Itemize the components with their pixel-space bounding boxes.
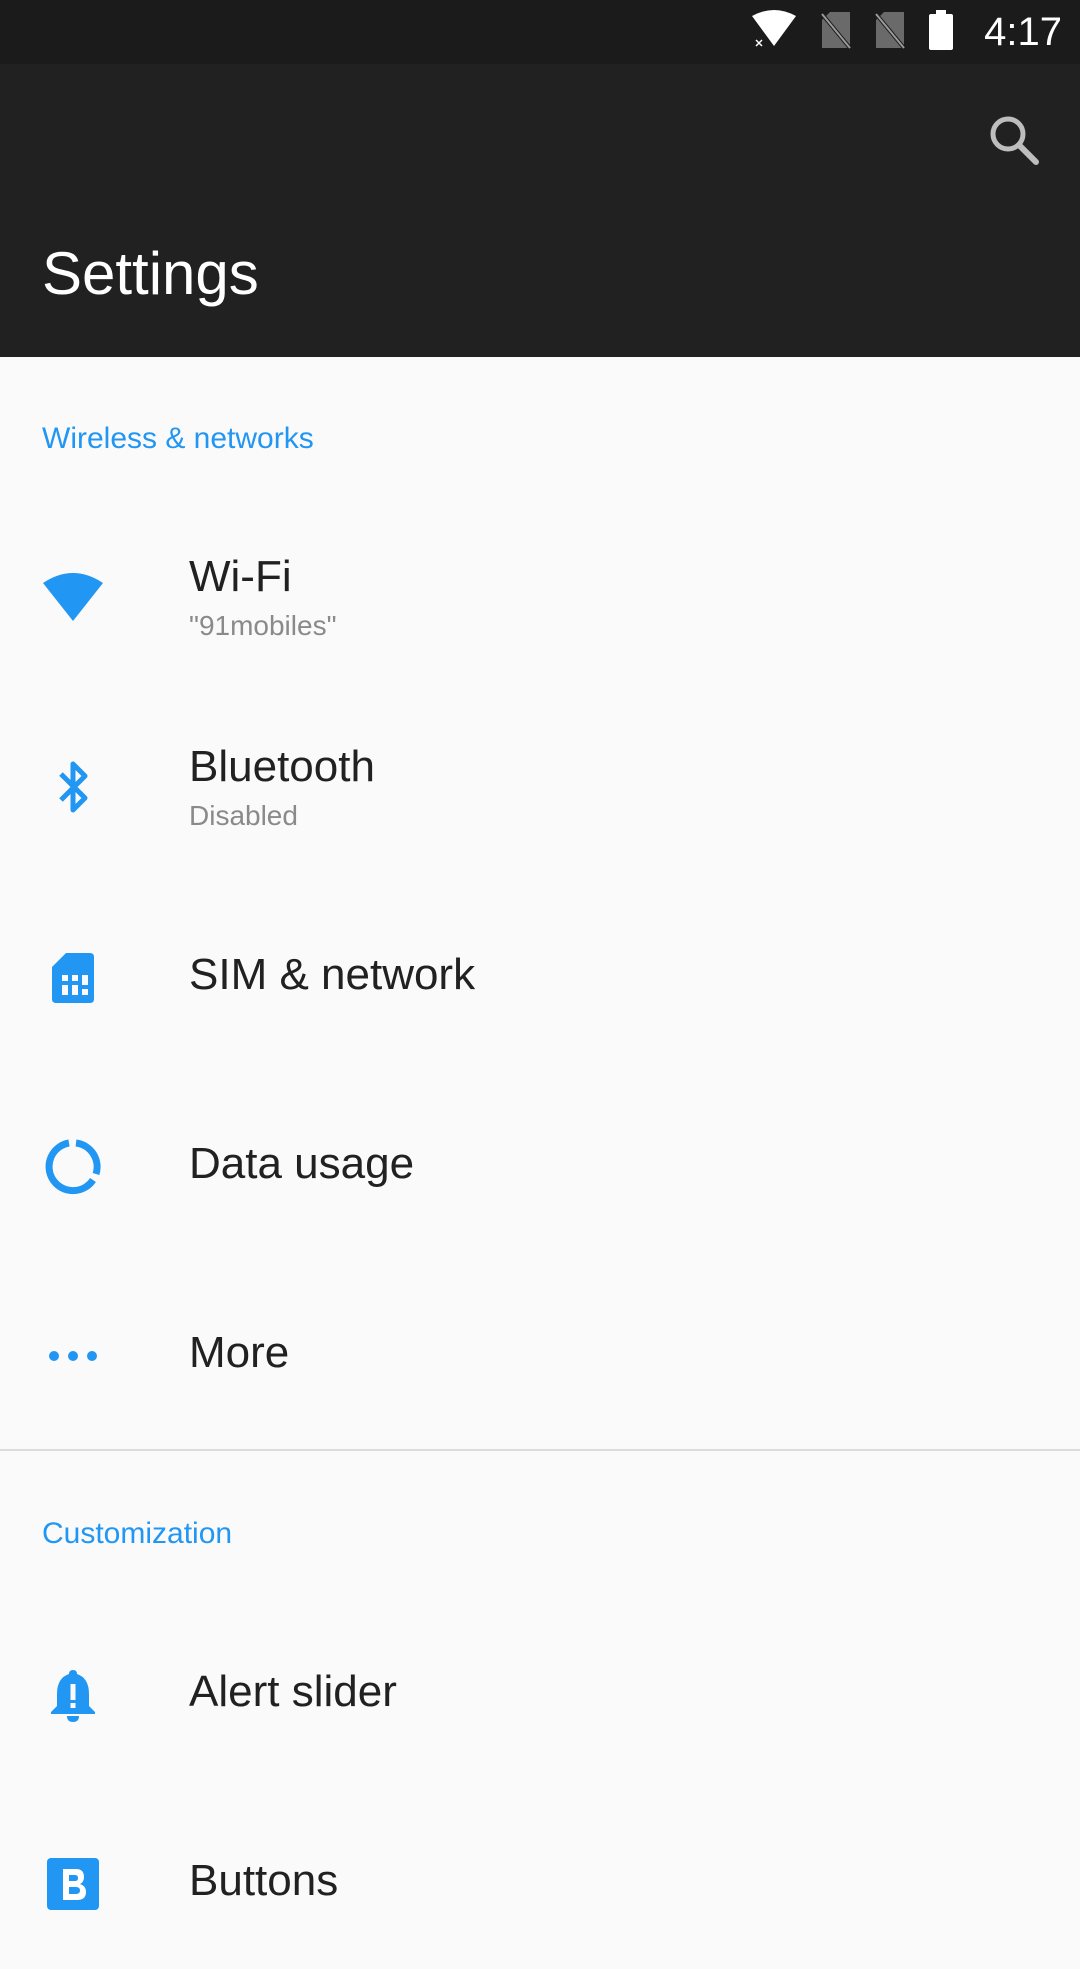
buttons-b-icon xyxy=(38,1849,108,1919)
item-text: Wi-Fi "91mobiles" xyxy=(189,552,337,642)
item-title: Wi-Fi xyxy=(189,552,292,601)
alert-bell-icon xyxy=(38,1660,108,1730)
battery-icon xyxy=(928,9,954,55)
item-text: Alert slider xyxy=(189,1667,397,1717)
settings-item-buttons[interactable]: Buttons xyxy=(0,1799,1080,1969)
section-divider xyxy=(0,1449,1080,1451)
status-bar: 4:17 xyxy=(0,0,1080,64)
status-icons: 4:17 xyxy=(750,0,1062,64)
item-text: Bluetooth Disabled xyxy=(189,742,375,832)
page-title: Settings xyxy=(42,240,259,307)
toolbar: Settings xyxy=(0,64,1080,357)
settings-item-bluetooth[interactable]: Bluetooth Disabled xyxy=(0,702,1080,872)
item-title: Bluetooth xyxy=(189,742,375,791)
item-title: Buttons xyxy=(189,1856,339,1905)
item-title: More xyxy=(189,1328,290,1377)
section-header-customization: Customization xyxy=(42,1517,233,1550)
section-header-wireless: Wireless & networks xyxy=(42,422,314,455)
status-time: 4:17 xyxy=(984,9,1062,54)
item-text: Buttons xyxy=(189,1856,338,1906)
search-icon xyxy=(988,114,1040,171)
settings-item-alert-slider[interactable]: Alert slider xyxy=(0,1610,1080,1780)
data-usage-icon xyxy=(38,1132,108,1202)
item-summary: Disabled xyxy=(189,800,298,831)
no-sim-icon xyxy=(874,10,906,55)
no-sim-icon xyxy=(820,10,852,55)
item-summary: "91mobiles" xyxy=(189,610,337,641)
item-title: Alert slider xyxy=(189,1667,397,1716)
item-text: SIM & network xyxy=(189,950,475,1000)
settings-item-sim-network[interactable]: SIM & network xyxy=(0,893,1080,1063)
settings-item-data-usage[interactable]: Data usage xyxy=(0,1082,1080,1252)
bluetooth-icon xyxy=(38,752,108,822)
settings-item-wifi[interactable]: Wi-Fi "91mobiles" xyxy=(0,512,1080,682)
item-text: Data usage xyxy=(189,1139,414,1189)
settings-item-more[interactable]: More xyxy=(0,1271,1080,1441)
wifi-icon xyxy=(750,9,798,55)
more-horizontal-icon xyxy=(38,1321,108,1391)
item-title: SIM & network xyxy=(189,950,476,999)
search-button[interactable] xyxy=(976,104,1052,180)
wifi-icon xyxy=(38,562,108,632)
item-text: More xyxy=(189,1328,289,1378)
item-title: Data usage xyxy=(189,1139,415,1188)
sim-card-icon xyxy=(38,943,108,1013)
